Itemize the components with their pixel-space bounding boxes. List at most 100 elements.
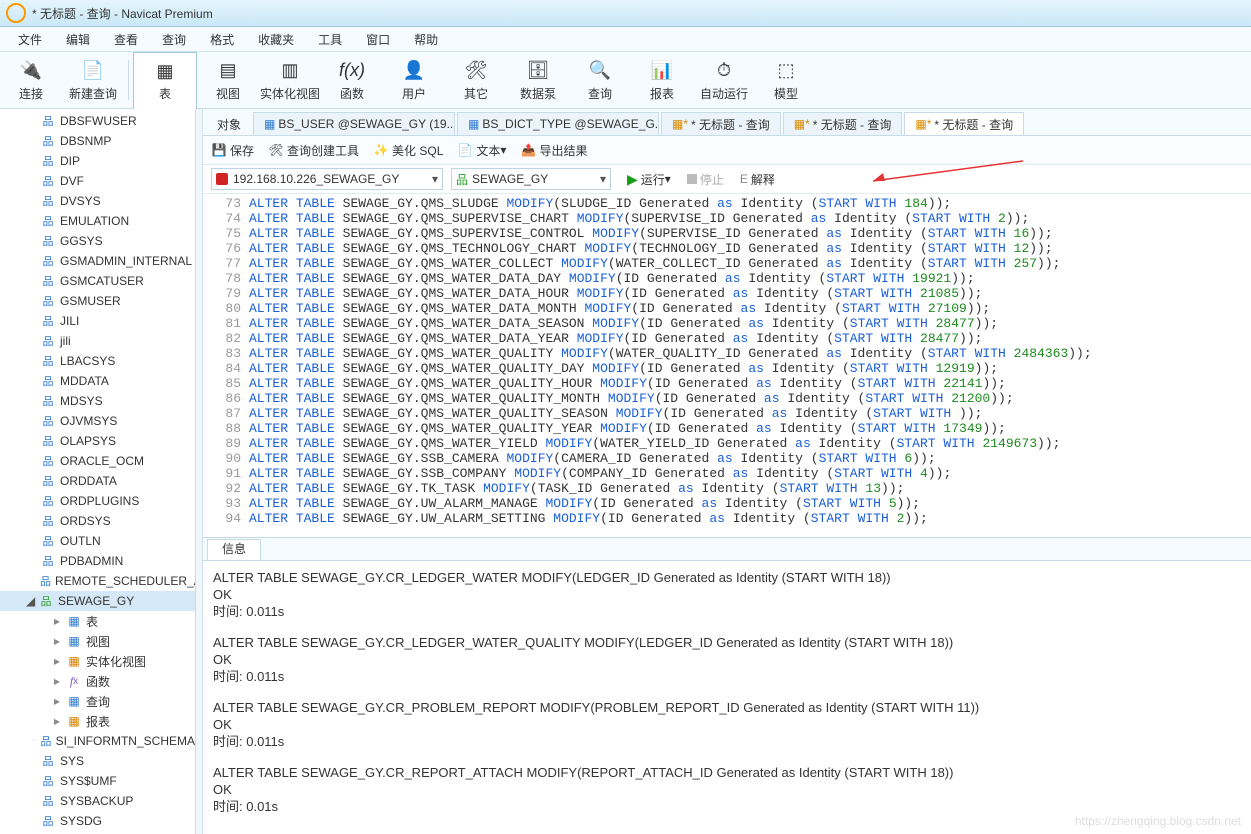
beautify-sql-button[interactable]: ✨美化 SQL: [373, 142, 443, 159]
message-tab-info[interactable]: 信息: [207, 539, 261, 560]
tree-schema-pdbadmin[interactable]: 品PDBADMIN: [0, 551, 195, 571]
toolbar-automation[interactable]: ⏱自动运行: [693, 52, 755, 108]
tree-schema-dip[interactable]: 品DIP: [0, 151, 195, 171]
tree-child-queries[interactable]: ▸▦查询: [0, 691, 195, 711]
tree-schema-outln[interactable]: 品OUTLN: [0, 531, 195, 551]
tree-schema-dbsfwuser[interactable]: 品DBSFWUSER: [0, 111, 195, 131]
menu-4[interactable]: 格式: [198, 29, 246, 50]
tab-objects[interactable]: 对象: [207, 113, 251, 135]
tree-schema-sewage-gy[interactable]: ◢品SEWAGE_GY: [0, 591, 195, 611]
menu-7[interactable]: 窗口: [354, 29, 402, 50]
toolbar-report[interactable]: 📊报表: [631, 52, 693, 108]
tab-bs-dict[interactable]: ▦BS_DICT_TYPE @SEWAGE_G...: [457, 112, 659, 135]
run-button[interactable]: ▶运行 ▾: [627, 171, 671, 188]
schema-icon: 品: [40, 314, 56, 328]
annotation-arrow: [863, 159, 1033, 189]
tree-schema-dbsnmp[interactable]: 品DBSNMP: [0, 131, 195, 151]
tree-schema-gsmuser[interactable]: 品GSMUSER: [0, 291, 195, 311]
tree-schema-ordplugins[interactable]: 品ORDPLUGINS: [0, 491, 195, 511]
menu-5[interactable]: 收藏夹: [246, 29, 306, 50]
toolbar-query[interactable]: 🔍查询: [569, 52, 631, 108]
star-icon: ▦*: [794, 117, 810, 131]
toolbar-function[interactable]: f(x)函数: [321, 52, 383, 108]
tab-bs-user[interactable]: ▦BS_USER @SEWAGE_GY (19...: [253, 112, 455, 135]
menu-6[interactable]: 工具: [306, 29, 354, 50]
toolbar-table[interactable]: ▦表: [133, 52, 197, 109]
expand-icon[interactable]: ▸: [54, 694, 66, 708]
stop-icon: [687, 174, 697, 184]
tree-child-views[interactable]: ▸▦视图: [0, 631, 195, 651]
schema-combo[interactable]: 品 SEWAGE_GY▾: [451, 168, 611, 190]
query-builder-button[interactable]: 🛠查询创建工具: [268, 142, 359, 159]
tree-schema-mddata[interactable]: 品MDDATA: [0, 371, 195, 391]
tree-schema-ojvmsys[interactable]: 品OJVMSYS: [0, 411, 195, 431]
expand-icon[interactable]: ▸: [54, 634, 66, 648]
app-icon: [6, 3, 26, 23]
schema-icon: 品: [40, 514, 56, 528]
new-query-icon: 📄: [79, 59, 107, 83]
toolbar-view[interactable]: ▤视图: [197, 52, 259, 108]
tree-child-tables[interactable]: ▸▦表: [0, 611, 195, 631]
toolbar-materialized-view[interactable]: ▥实体化视图: [259, 52, 321, 108]
menu-0[interactable]: 文件: [6, 29, 54, 50]
toolbar-user[interactable]: 👤用户: [383, 52, 445, 108]
tree-schema-jili[interactable]: 品JILI: [0, 311, 195, 331]
toolbar-model[interactable]: ⬚模型: [755, 52, 817, 108]
tree-schema-gsmcatuser[interactable]: 品GSMCATUSER: [0, 271, 195, 291]
tree-schema-olapsys[interactable]: 品OLAPSYS: [0, 431, 195, 451]
menu-1[interactable]: 编辑: [54, 29, 102, 50]
menu-3[interactable]: 查询: [150, 29, 198, 50]
expand-icon[interactable]: ▸: [54, 674, 66, 688]
tree-schema-sysdg[interactable]: 品SYSDG: [0, 811, 195, 831]
tree-schema-mdsys[interactable]: 品MDSYS: [0, 391, 195, 411]
tree-schema-dvf[interactable]: 品DVF: [0, 171, 195, 191]
tree-child-reports[interactable]: ▸▦报表: [0, 711, 195, 731]
tree-child-mat-views[interactable]: ▸▦实体化视图: [0, 651, 195, 671]
tree-schema-oracle_ocm[interactable]: 品ORACLE_OCM: [0, 451, 195, 471]
tab-untitled-2[interactable]: ▦** 无标题 - 查询: [783, 112, 903, 135]
tree-schema-remote_scheduler_agent[interactable]: 品REMOTE_SCHEDULER_AGENT: [0, 571, 195, 591]
stop-button[interactable]: 停止: [687, 171, 724, 188]
splitter[interactable]: [196, 109, 203, 834]
watermark: https://zhengqing.blog.csdn.net: [1075, 814, 1241, 828]
connection-combo[interactable]: 192.168.10.226_SEWAGE_GY▾: [211, 168, 443, 190]
expand-icon[interactable]: ▸: [54, 654, 66, 668]
views-icon: ▦: [66, 634, 82, 648]
menu-2[interactable]: 查看: [102, 29, 150, 50]
tree-child-functions[interactable]: ▸fx函数: [0, 671, 195, 691]
export-result-button[interactable]: 📤导出结果: [520, 142, 587, 159]
star-icon: ▦*: [672, 117, 688, 131]
explain-button[interactable]: E解释: [740, 171, 775, 188]
tree-schema-jili[interactable]: 品jili: [0, 331, 195, 351]
tree-schema-ggsys[interactable]: 品GGSYS: [0, 231, 195, 251]
toolbar-datapump[interactable]: 🗄数据泵: [507, 52, 569, 108]
tree-schema-orddata[interactable]: 品ORDDATA: [0, 471, 195, 491]
sql-editor[interactable]: 7374757677787980818283848586878889909192…: [203, 194, 1251, 537]
tree-schema-lbacsys[interactable]: 品LBACSYS: [0, 351, 195, 371]
expand-icon[interactable]: ▸: [54, 614, 66, 628]
collapse-icon[interactable]: ◢: [26, 594, 38, 608]
toolbar-connect[interactable]: 🔌连接: [0, 52, 62, 108]
text-button[interactable]: 📄文本 ▾: [457, 142, 506, 159]
tree-schema-ordsys[interactable]: 品ORDSYS: [0, 511, 195, 531]
tree-schema-emulation[interactable]: 品EMULATION: [0, 211, 195, 231]
tree-schema-sys[interactable]: 品SYS: [0, 751, 195, 771]
tree-schema-sys$umf[interactable]: 品SYS$UMF: [0, 771, 195, 791]
save-button[interactable]: 💾保存: [211, 142, 254, 159]
tab-untitled-3[interactable]: ▦** 无标题 - 查询: [904, 112, 1024, 135]
tree-schema-si_informtn_schema[interactable]: 品SI_INFORMTN_SCHEMA: [0, 731, 195, 751]
toolbar-other[interactable]: 🛠其它: [445, 52, 507, 108]
tree-schema-gsmadmin_internal[interactable]: 品GSMADMIN_INTERNAL: [0, 251, 195, 271]
table-icon: ▦: [264, 117, 275, 131]
function-icon: f(x): [338, 59, 366, 83]
tree-schema-dvsys[interactable]: 品DVSYS: [0, 191, 195, 211]
schema-icon: 品: [38, 594, 54, 608]
tab-untitled-1[interactable]: ▦** 无标题 - 查询: [661, 112, 781, 135]
tree-schema-sysbackup[interactable]: 品SYSBACKUP: [0, 791, 195, 811]
expand-icon[interactable]: ▸: [54, 714, 66, 728]
toolbar-new-query[interactable]: 📄新建查询: [62, 52, 124, 108]
connect-icon: 🔌: [17, 59, 45, 83]
menu-8[interactable]: 帮助: [402, 29, 450, 50]
menu-bar: 文件编辑查看查询格式收藏夹工具窗口帮助: [0, 27, 1251, 52]
code-area[interactable]: ALTER TABLE SEWAGE_GY.QMS_SLUDGE MODIFY(…: [249, 194, 1251, 537]
